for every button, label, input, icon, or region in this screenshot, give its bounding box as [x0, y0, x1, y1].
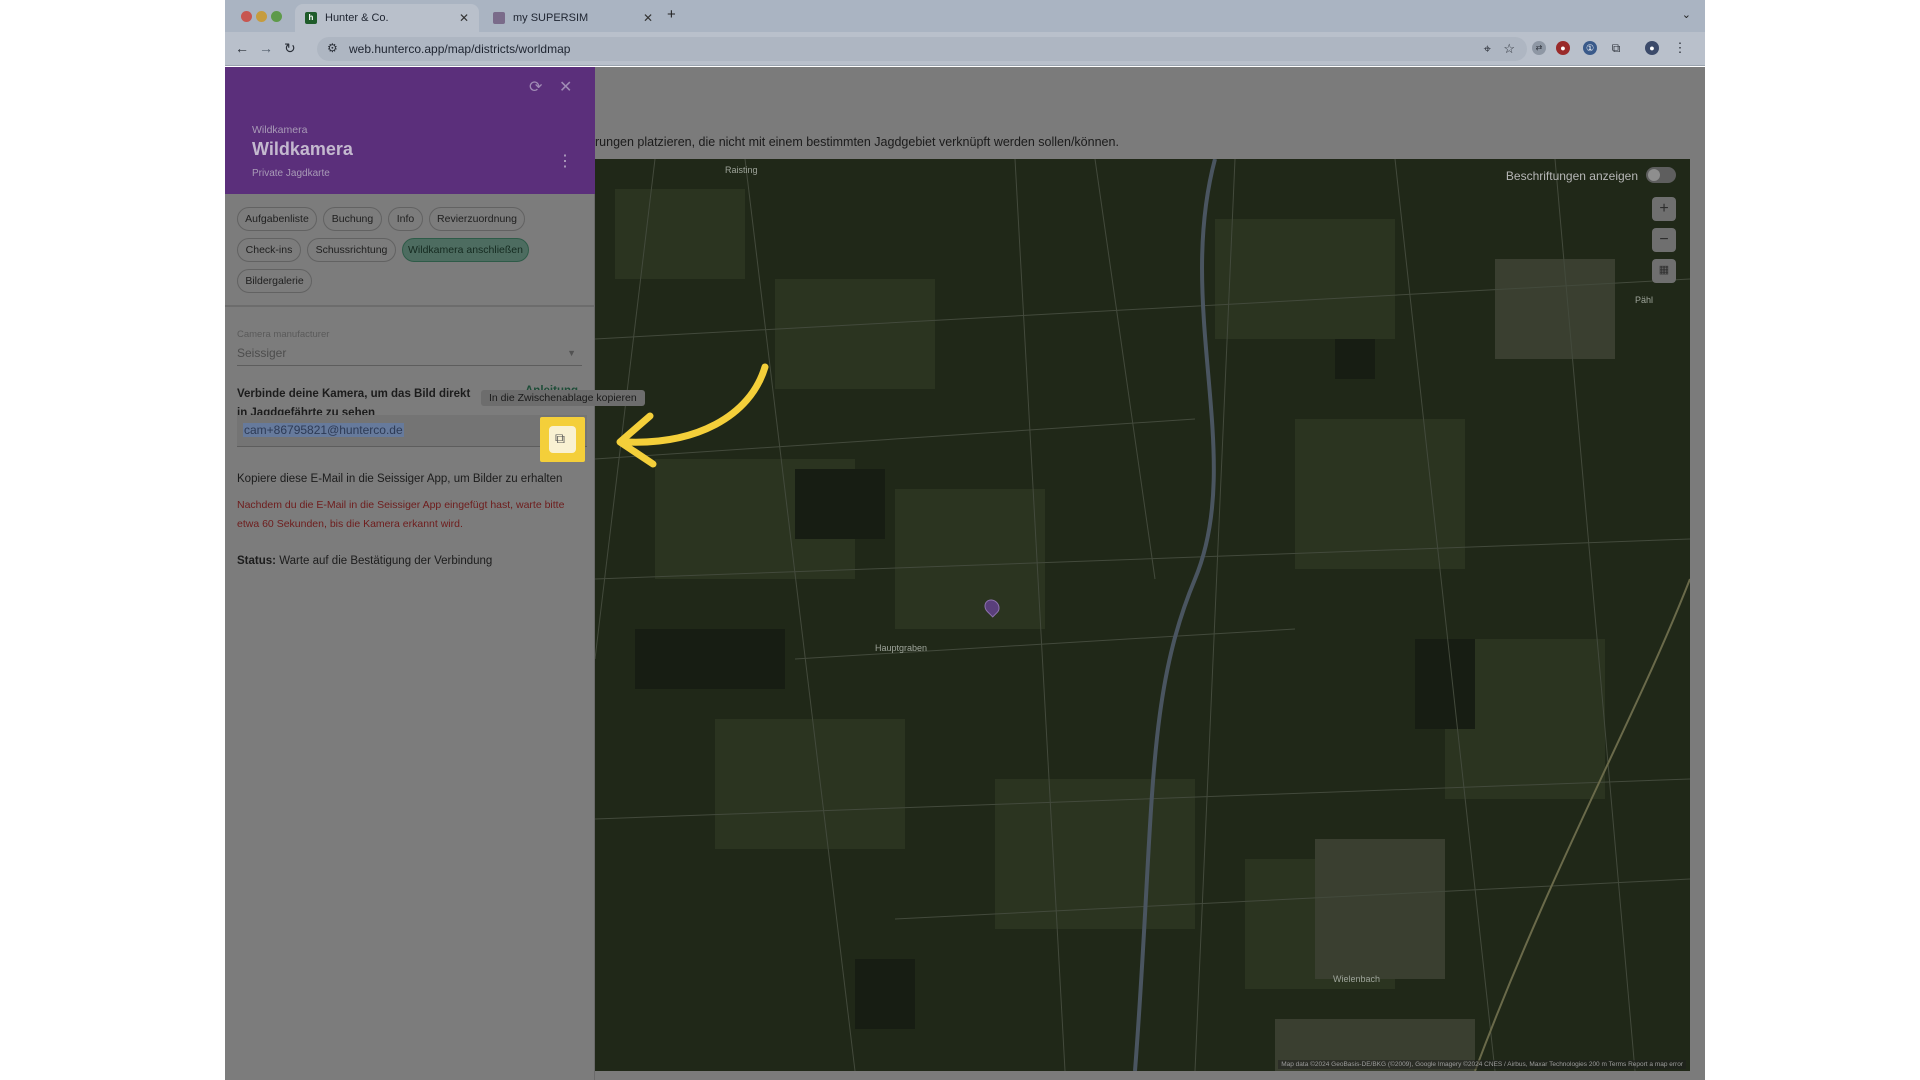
panel-divider	[225, 305, 595, 307]
new-tab-button[interactable]: +	[667, 6, 676, 23]
manufacturer-value: Seissiger	[237, 346, 287, 360]
tab-title: Hunter & Co.	[325, 12, 389, 24]
browser-menu-icon[interactable]: ⋮	[1673, 41, 1687, 55]
panel-category: Wildkamera	[252, 124, 308, 136]
app-page: rungen platzieren, die nicht mit einem b…	[225, 67, 1705, 1080]
map-attribution: Map data ©2024 GeoBasis-DE/BKG (©2009), …	[1278, 1060, 1686, 1069]
address-bar: ← → ↻ ⚙ web.hunterco.app/map/districts/w…	[225, 32, 1705, 66]
tab-hunterco[interactable]: h Hunter & Co. ✕	[295, 4, 479, 32]
close-window-button[interactable]	[241, 11, 252, 22]
url-text: web.hunterco.app/map/districts/worldmap	[349, 42, 571, 56]
close-tab-icon[interactable]: ✕	[643, 11, 653, 25]
maximize-window-button[interactable]	[271, 11, 282, 22]
url-field[interactable]: ⚙ web.hunterco.app/map/districts/worldma…	[317, 37, 1527, 61]
connection-status: Status: Warte auf die Bestätigung der Ve…	[237, 555, 492, 567]
map-place-label: Raisting	[725, 165, 758, 175]
tab-revierzuordnung[interactable]: Revierzuordnung	[429, 207, 525, 231]
manufacturer-label: Camera manufacturer	[237, 329, 330, 340]
copy-hint-text: Kopiere diese E-Mail in die Seissiger Ap…	[237, 473, 563, 485]
tab-title: my SUPERSIM	[513, 12, 589, 24]
copy-tooltip: In die Zwischenablage kopieren	[481, 390, 645, 406]
tab-bar: h Hunter & Co. ✕ my SUPERSIM ✕ + ⌄	[225, 0, 1705, 32]
map-place-label: Wielenbach	[1333, 974, 1381, 984]
panel-subtitle: Private Jagdkarte	[252, 168, 330, 179]
tab-bildergalerie[interactable]: Bildergalerie	[237, 269, 312, 293]
forward-icon[interactable]: →	[259, 40, 273, 56]
browser-window: h Hunter & Co. ✕ my SUPERSIM ✕ + ⌄ ← → ↻…	[225, 0, 1705, 1080]
status-label: Status:	[237, 555, 276, 567]
map-place-label: Pähl	[1635, 295, 1654, 305]
camera-email-value: cam+86795821@hunterco.de	[243, 423, 404, 437]
password-extension-icon[interactable]: ①	[1583, 41, 1597, 55]
zoom-in-button[interactable]: +	[1652, 197, 1676, 221]
tab-buchung[interactable]: Buchung	[323, 207, 382, 231]
panel-header: ⟳ ✕ Wildkamera Wildkamera Private Jagdka…	[225, 67, 595, 194]
hunterco-favicon-icon: h	[305, 12, 317, 24]
translate-extension-icon[interactable]: ⇄	[1532, 41, 1546, 55]
minimize-window-button[interactable]	[256, 11, 267, 22]
extensions-puzzle-icon[interactable]: ⧉	[1609, 41, 1623, 55]
dropdown-arrow-icon: ▼	[567, 348, 576, 358]
tab-search-icon[interactable]: ⌄	[1682, 8, 1691, 21]
labels-toggle-label: Beschriftungen anzeigen	[1505, 169, 1638, 183]
close-panel-icon[interactable]: ✕	[559, 77, 572, 97]
back-icon[interactable]: ←	[235, 40, 249, 56]
refresh-icon[interactable]: ⟳	[529, 77, 542, 97]
tab-check-ins[interactable]: Check-ins	[237, 238, 301, 262]
supersim-favicon-icon	[493, 12, 505, 24]
map-type-icon[interactable]: ▦	[1652, 259, 1676, 283]
camera-email-field[interactable]: cam+86795821@hunterco.de	[237, 415, 587, 447]
detail-panel: ⟳ ✕ Wildkamera Wildkamera Private Jagdka…	[225, 67, 645, 1080]
profile-avatar-icon[interactable]: ●	[1645, 41, 1659, 55]
satellite-map[interactable]: Raisting Pähl Wielenbach Hauptgraben Bes…	[595, 159, 1690, 1071]
adblock-extension-icon[interactable]: ●	[1556, 41, 1570, 55]
tab-wildkamera-anschliessen[interactable]: Wildkamera anschließen	[402, 238, 529, 262]
page-intro-text: rungen platzieren, die nicht mit einem b…	[595, 135, 1119, 149]
site-settings-icon[interactable]: ⚙	[327, 41, 338, 55]
status-value: Warte auf die Bestätigung der Verbindung	[279, 555, 493, 567]
copy-button-surface: ⧉	[549, 426, 576, 453]
close-tab-icon[interactable]: ✕	[459, 11, 469, 25]
map-place-label: Hauptgraben	[875, 643, 928, 653]
select-underline	[237, 365, 582, 366]
tab-supersim[interactable]: my SUPERSIM ✕	[483, 4, 663, 32]
copy-email-button[interactable]: ⧉	[540, 417, 585, 462]
tab-aufgabenliste[interactable]: Aufgabenliste	[237, 207, 317, 231]
labels-toggle[interactable]	[1646, 167, 1676, 183]
tab-schussrichtung[interactable]: Schussrichtung	[307, 238, 396, 262]
map-imagery	[595, 159, 1690, 1071]
reload-icon[interactable]: ↻	[284, 40, 296, 57]
zoom-out-button[interactable]: −	[1652, 228, 1676, 252]
warning-text: Nachdem du die E-Mail in die Seissiger A…	[237, 499, 565, 530]
panel-title: Wildkamera	[252, 139, 353, 159]
more-options-icon[interactable]: ⋮	[557, 151, 573, 171]
bookmark-star-icon[interactable]: ☆	[1503, 41, 1515, 57]
tab-info[interactable]: Info	[388, 207, 423, 231]
location-icon[interactable]: ⌖	[1484, 41, 1491, 57]
copy-icon: ⧉	[555, 430, 565, 446]
